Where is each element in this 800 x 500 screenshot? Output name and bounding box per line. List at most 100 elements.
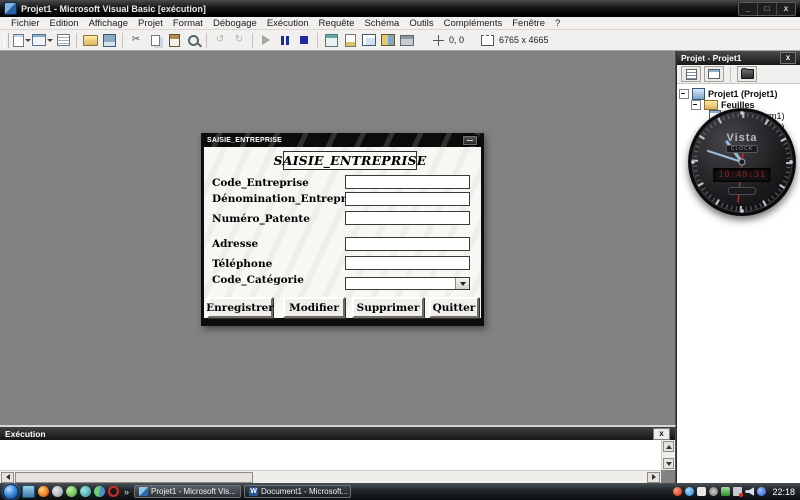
undo-button[interactable]: ↺: [211, 31, 229, 49]
firefox-icon[interactable]: [38, 486, 49, 497]
taskbar-task-vb[interactable]: Projet1 - Microsoft Vis...: [134, 485, 241, 498]
close-button[interactable]: x: [776, 3, 795, 15]
menu-projet[interactable]: Projet: [133, 18, 168, 29]
show-desktop-icon[interactable]: [22, 485, 35, 498]
paste-button[interactable]: [165, 31, 183, 49]
properties-window-button[interactable]: [341, 31, 359, 49]
telephone-input[interactable]: [345, 256, 470, 270]
taskbar-clock[interactable]: 22:18: [772, 487, 795, 497]
minimize-button[interactable]: _: [739, 3, 757, 15]
enregistrer-button[interactable]: Enregistrer: [207, 297, 273, 318]
menu-requete[interactable]: Requête: [314, 18, 360, 29]
vista-clock-gadget[interactable]: Vista CLOCK 10:48:31: [688, 108, 796, 216]
menu-aide[interactable]: ?: [550, 18, 565, 29]
menu-complements[interactable]: Compléments: [439, 18, 508, 29]
collapse-icon[interactable]: [679, 89, 689, 99]
denomination-entreprise-input[interactable]: [345, 192, 470, 206]
menu-affichage[interactable]: Affichage: [84, 18, 133, 29]
cut-button[interactable]: ✂: [127, 31, 145, 49]
menu-debogage[interactable]: Débogage: [208, 18, 262, 29]
menu-format[interactable]: Format: [168, 18, 208, 29]
tray-app-icon[interactable]: [697, 487, 706, 496]
menu-outils[interactable]: Outils: [404, 18, 438, 29]
copy-button[interactable]: [146, 31, 164, 49]
quitter-button[interactable]: Quitter: [429, 297, 479, 318]
code-entreprise-input[interactable]: [345, 175, 470, 189]
tray-sync-icon[interactable]: [685, 487, 694, 496]
label-numero-patente: Numéro_Patente: [212, 213, 310, 225]
paste-icon: [169, 34, 180, 47]
label-telephone: Téléphone: [212, 258, 272, 270]
horizontal-scrollbar[interactable]: [0, 470, 661, 483]
redo-button[interactable]: ↻: [230, 31, 248, 49]
menu-schema[interactable]: Schéma: [359, 18, 404, 29]
combo-dropdown-button[interactable]: [455, 278, 469, 289]
form-titlebar[interactable]: SAISIE_ENTREPRISE: [204, 133, 481, 147]
menu-fenetre[interactable]: Fenêtre: [507, 18, 550, 29]
project-explorer-icon: [325, 34, 338, 47]
workspace: SAISIE_ENTREPRISE SAISIE_ENTREPRISE Code…: [0, 51, 800, 483]
form-close-button[interactable]: [462, 135, 478, 146]
tree-item-project[interactable]: Projet1 (Projet1): [679, 88, 798, 99]
project-explorer-button[interactable]: [322, 31, 340, 49]
taskbar-task-word[interactable]: W Document1 - Microsoft...: [244, 485, 351, 498]
network-status-icon[interactable]: [733, 487, 742, 496]
save-project-button[interactable]: [100, 31, 118, 49]
label-adresse: Adresse: [212, 238, 258, 250]
end-button[interactable]: [295, 31, 313, 49]
start-button[interactable]: [257, 31, 275, 49]
open-project-button[interactable]: [81, 31, 99, 49]
execution-panel-titlebar[interactable]: Exécution x: [0, 427, 675, 440]
add-form-button[interactable]: [32, 31, 53, 49]
clock-digital-display: 10:48:31: [713, 168, 770, 182]
clock-button[interactable]: [728, 187, 756, 195]
opera-icon[interactable]: [108, 486, 119, 497]
tray-app-icon[interactable]: [721, 487, 730, 496]
break-button[interactable]: [276, 31, 294, 49]
position-icon: [433, 35, 444, 46]
adresse-input[interactable]: [345, 237, 470, 251]
modifier-button[interactable]: Modifier: [283, 297, 345, 318]
tray-app-icon[interactable]: [673, 487, 682, 496]
quicklaunch-overflow-chevron[interactable]: »: [122, 487, 131, 497]
toggle-folders-button[interactable]: [737, 66, 757, 82]
toolbox-button[interactable]: [398, 31, 416, 49]
object-browser-button[interactable]: [379, 31, 397, 49]
messenger-icon[interactable]: [94, 486, 105, 497]
add-project-button[interactable]: [13, 31, 31, 49]
quicklaunch-app-icon[interactable]: [80, 486, 91, 497]
view-object-button[interactable]: [704, 66, 724, 82]
scrollbar-thumb[interactable]: [15, 472, 253, 483]
supprimer-button[interactable]: Supprimer: [352, 297, 424, 318]
scroll-right-button[interactable]: [647, 472, 660, 483]
start-button[interactable]: [3, 484, 19, 500]
find-button[interactable]: [184, 31, 202, 49]
quicklaunch-app-icon[interactable]: [66, 486, 77, 497]
form-header-label: SAISIE_ENTREPRISE: [283, 151, 417, 170]
size-indicator: 6765 x 4665: [481, 35, 549, 46]
volume-icon[interactable]: [745, 487, 754, 496]
execution-close-button[interactable]: x: [653, 428, 670, 440]
code-categorie-combobox[interactable]: [345, 277, 470, 290]
redo-icon: ↻: [235, 35, 243, 45]
quicklaunch-app-icon[interactable]: [52, 486, 63, 497]
menu-edition[interactable]: Edition: [45, 18, 84, 29]
view-code-button[interactable]: [681, 66, 701, 82]
undo-icon: ↺: [216, 35, 224, 45]
tray-update-icon[interactable]: [757, 487, 766, 496]
project-panel-titlebar[interactable]: Projet - Projet1 x: [677, 51, 800, 65]
menu-fichier[interactable]: Fichier: [6, 18, 45, 29]
vertical-scrollbar[interactable]: [661, 440, 675, 470]
scroll-up-button[interactable]: [663, 441, 674, 452]
menu-editor-button[interactable]: [54, 31, 72, 49]
maximize-button[interactable]: □: [757, 3, 776, 15]
scroll-down-button[interactable]: [663, 458, 674, 469]
toolbar-separator: [252, 33, 253, 48]
scroll-left-button[interactable]: [1, 472, 14, 483]
menu-execution[interactable]: Exécution: [262, 18, 314, 29]
project-panel-close-button[interactable]: x: [780, 52, 796, 64]
form-layout-button[interactable]: [360, 31, 378, 49]
toolbar-separator: [206, 33, 207, 48]
numero-patente-input[interactable]: [345, 211, 470, 225]
tray-app-icon[interactable]: [709, 487, 718, 496]
